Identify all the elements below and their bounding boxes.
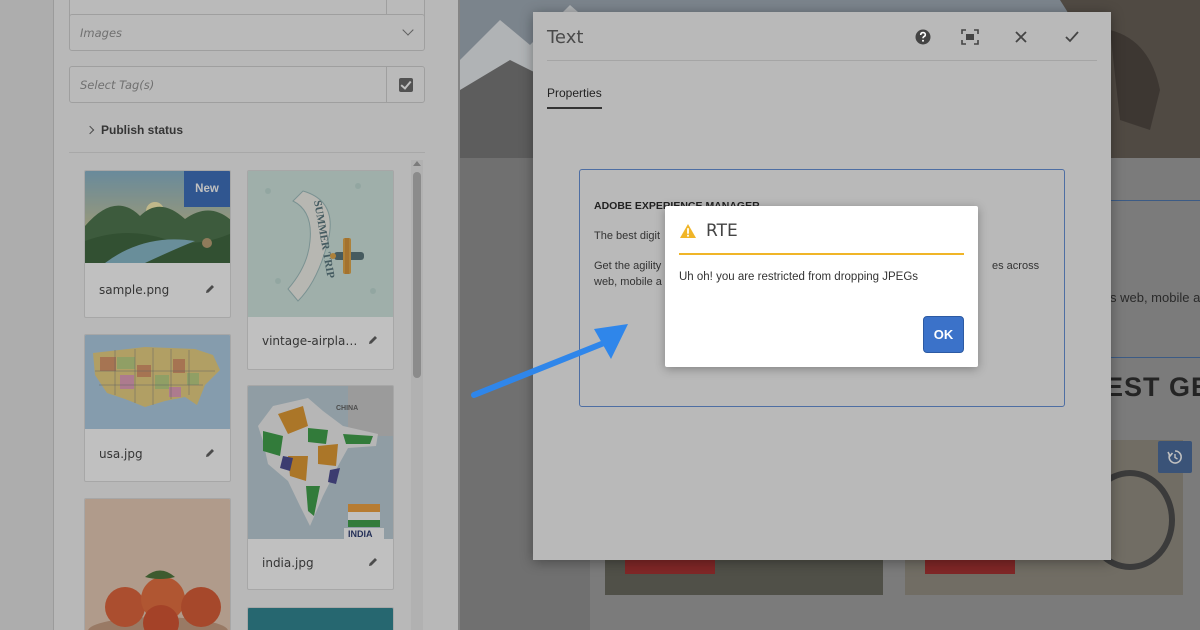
- ok-button[interactable]: OK: [923, 316, 964, 353]
- alert-title-underline: [679, 253, 964, 255]
- bg-paragraph: s web, mobile a: [1110, 290, 1200, 305]
- publish-status-toggle[interactable]: Publish status: [85, 123, 184, 137]
- chevron-right-icon: [85, 125, 95, 135]
- dialog-title: Text: [547, 27, 584, 48]
- images-select-value: Images: [80, 25, 123, 40]
- china-label: CHINA: [336, 405, 358, 412]
- divider: [69, 152, 425, 153]
- asset-card-teal[interactable]: [247, 607, 394, 630]
- edit-icon[interactable]: [367, 556, 379, 568]
- tags-placeholder: Select Tag(s): [80, 77, 155, 92]
- publish-status-label: Publish status: [101, 123, 184, 137]
- chevron-down-icon: [402, 24, 414, 36]
- alert-message: Uh oh! you are restricted from dropping …: [679, 271, 919, 283]
- asset-thumbnail: CHINA INDIA: [248, 386, 393, 539]
- close-button[interactable]: [1010, 26, 1032, 48]
- done-button[interactable]: [1061, 26, 1083, 48]
- asset-card-vintage-airplane[interactable]: SUMMER TRIP vintage-airplan...: [247, 170, 394, 370]
- dialog-divider: [547, 60, 1097, 61]
- images-select[interactable]: Images: [69, 14, 425, 51]
- asset-thumbnail: [85, 335, 230, 429]
- help-button[interactable]: [912, 26, 934, 48]
- warning-icon: [680, 224, 696, 238]
- scrollbar-thumb[interactable]: [413, 172, 421, 378]
- asset-name: vintage-airplan...: [262, 334, 362, 348]
- fullscreen-button[interactable]: [959, 26, 981, 48]
- rte-paragraph-2-right: es across: [992, 260, 1040, 272]
- rte-paragraph-1: The best digit: [594, 230, 661, 242]
- asset-card-india[interactable]: CHINA INDIA india.jpg: [247, 385, 394, 590]
- edit-icon[interactable]: [204, 283, 216, 295]
- asset-thumbnail: [248, 608, 393, 630]
- asset-thumbnail: SUMMER TRIP: [248, 171, 393, 317]
- asset-name: sample.png: [99, 283, 170, 297]
- asset-name: india.jpg: [262, 556, 314, 570]
- tags-picker-button[interactable]: [386, 67, 424, 102]
- edit-icon[interactable]: [204, 447, 216, 459]
- asset-name: usa.jpg: [99, 447, 143, 461]
- alert-title: RTE: [706, 221, 738, 241]
- tab-properties[interactable]: Properties: [547, 86, 602, 109]
- fullscreen-icon: [961, 29, 979, 45]
- scroll-up-arrow[interactable]: [413, 161, 421, 166]
- tags-field[interactable]: Select Tag(s): [69, 66, 425, 103]
- asset-card-usa[interactable]: usa.jpg: [84, 334, 231, 482]
- asset-card-oranges[interactable]: [84, 498, 231, 630]
- new-badge: New: [184, 171, 230, 207]
- bg-heading: EST GEA: [1105, 372, 1200, 402]
- assets-panel: Images Select Tag(s) Publish status New …: [54, 0, 458, 630]
- asset-card-sample[interactable]: New sample.png: [84, 170, 231, 318]
- history-icon: [1167, 450, 1182, 464]
- history-button[interactable]: [1158, 441, 1192, 473]
- asset-thumbnail: New: [85, 171, 230, 263]
- india-caption: INDIA: [348, 529, 373, 539]
- checkbox-icon: [398, 77, 413, 92]
- close-icon: [1015, 31, 1027, 43]
- asset-thumbnail: [85, 499, 230, 630]
- help-icon: [915, 29, 931, 45]
- rte-paragraph-2-line-2: web, mobile a: [594, 276, 662, 288]
- left-rail: [0, 0, 54, 630]
- edit-icon[interactable]: [367, 334, 379, 346]
- rte-alert-dialog: RTE Uh oh! you are restricted from dropp…: [665, 206, 978, 367]
- rte-paragraph-2-line-1: Get the agility: [594, 260, 662, 272]
- checkmark-icon: [1065, 31, 1079, 43]
- annotation-arrow: [471, 324, 628, 398]
